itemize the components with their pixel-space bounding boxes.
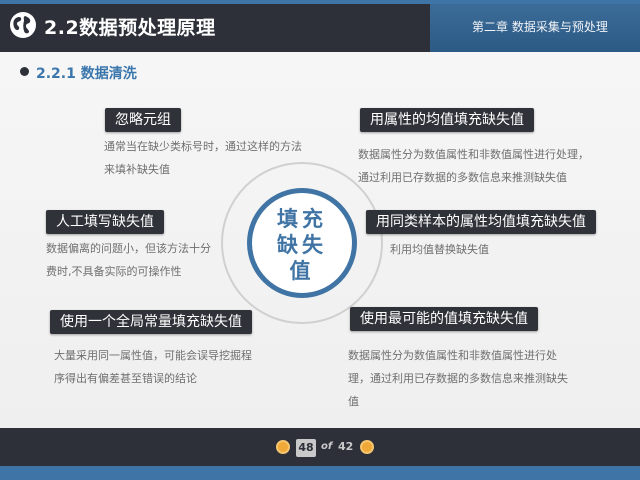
footer-accent-strip [0, 466, 640, 480]
center-circle: 填充缺失值 [247, 188, 357, 298]
method-label-ignore-tuple: 忽略元组 [105, 108, 181, 132]
method-desc-manual-fill: 数据偏离的问题小，但该方法十分 费时,不具备实际的可操作性 [46, 242, 211, 278]
method-desc-class-mean: 利用均值替换缺失值 [390, 243, 489, 256]
method-label-most-probable: 使用最可能的值填充缺失值 [350, 307, 538, 331]
total-pages: 42 [338, 440, 354, 453]
method-label-attribute-mean: 用属性的均值填充缺失值 [360, 108, 534, 132]
current-page-number: 48 [296, 439, 316, 457]
method-desc-ignore-tuple: 通常当在缺少类标号时，通过这样的方法 来填补缺失值 [104, 140, 302, 176]
page-of-label: of [321, 441, 333, 452]
method-label-manual-fill: 人工填写缺失值 [46, 210, 164, 234]
method-label-class-mean: 用同类样本的属性均值填充缺失值 [366, 210, 596, 234]
previous-page-button[interactable] [276, 440, 290, 454]
center-label: 填充缺失值 [277, 207, 327, 283]
slide: 2.2数据预处理原理 第二章 数据采集与预处理 2.2.1 数据清洗 填充缺失值… [0, 0, 640, 480]
method-desc-most-probable: 数据属性分为数值属性和非数值属性进行处 理，通过利用已存数据的多数信息来推测缺失… [348, 349, 568, 408]
method-label-global-constant: 使用一个全局常量填充缺失值 [50, 310, 252, 334]
next-page-button[interactable] [360, 440, 374, 454]
method-desc-attribute-mean: 数据属性分为数值属性和非数值属性进行处理， 通过利用已存数据的多数信息来推测缺失… [358, 148, 589, 184]
method-desc-global-constant: 大量采用同一属性值，可能会误导挖掘程 序得出有偏差甚至错误的结论 [54, 349, 252, 385]
